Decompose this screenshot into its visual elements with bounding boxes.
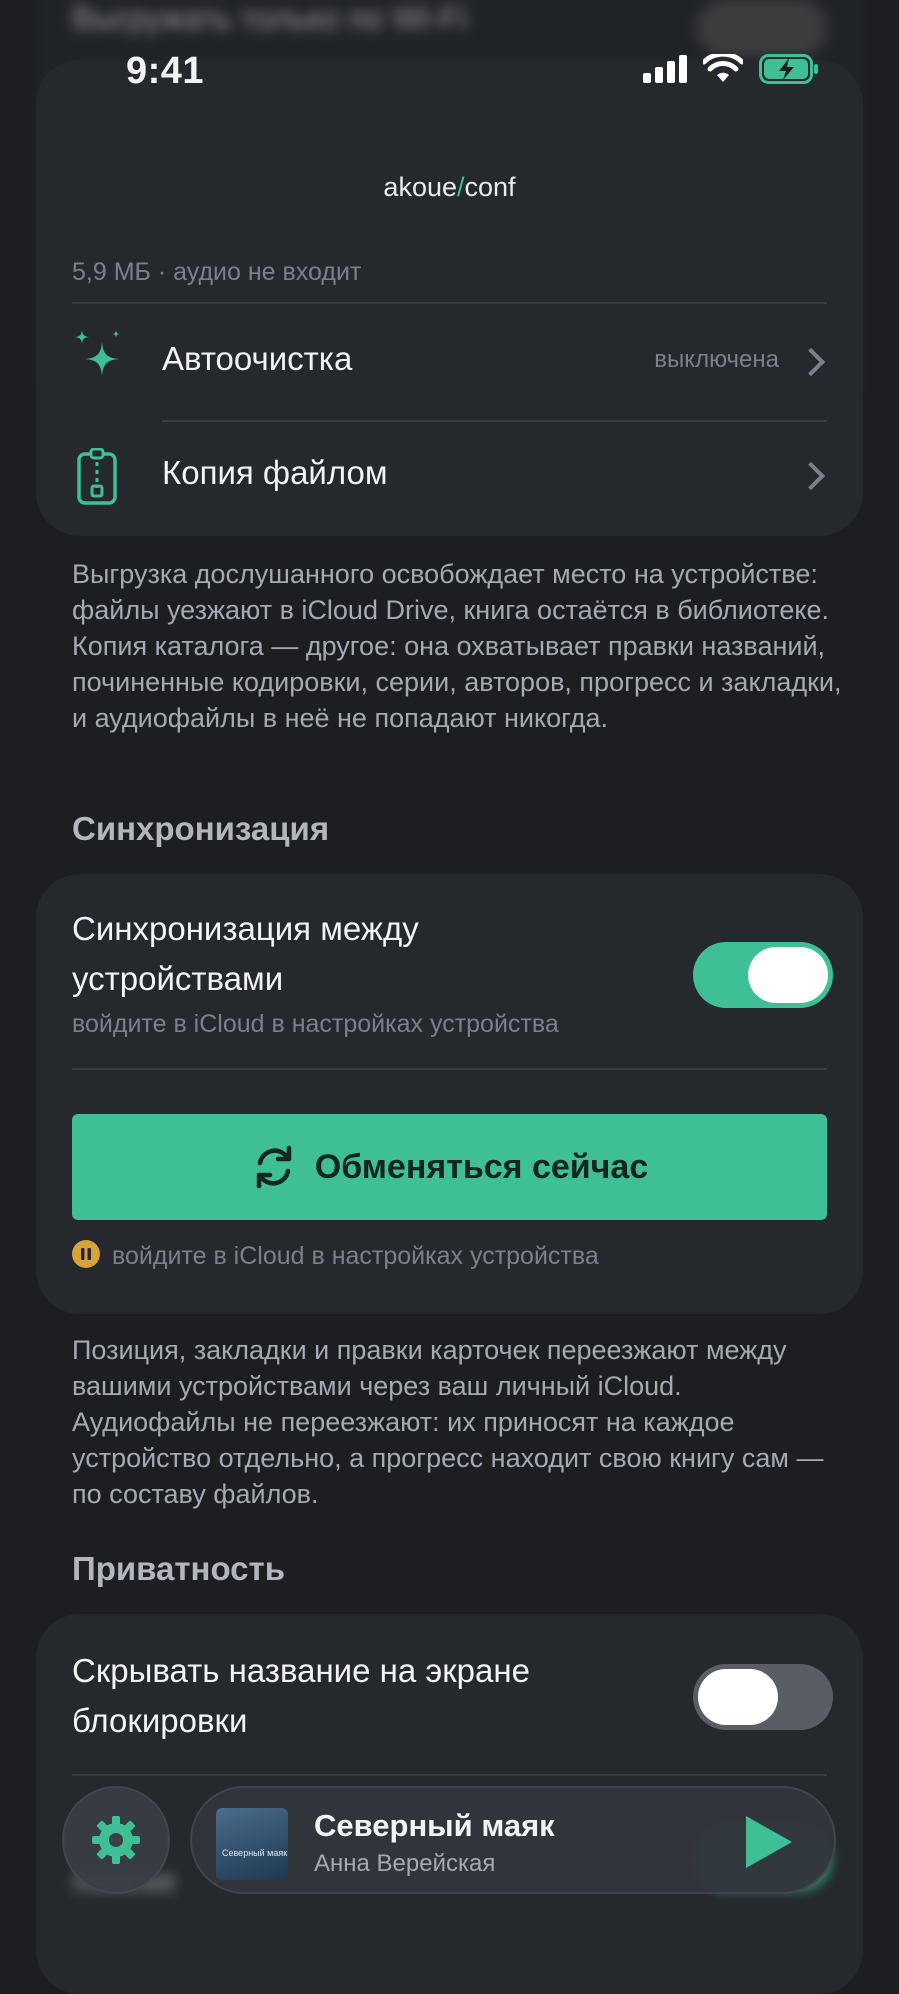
sync-footnote: Позиция, закладки и правки карточек пере…	[72, 1335, 824, 1509]
cover-text: Северный маяк	[222, 1848, 288, 1858]
brand-name: akoue	[383, 172, 457, 202]
hide-title-label-1: Скрывать название на экране	[72, 1652, 530, 1689]
sync-card: Синхронизация между устройствами войдите…	[36, 874, 863, 1314]
sync-toggle-label-2: устройствами	[72, 960, 284, 997]
section-title-sync: Синхронизация	[72, 810, 330, 847]
mini-player[interactable]: Северный маяк Северный маяк Анна Верейск…	[190, 1786, 836, 1894]
settings-button[interactable]	[62, 1786, 170, 1894]
brand-watermark: akoue/conf	[0, 172, 899, 203]
sync-toggle-hint: войдите в iCloud в настройках устройства	[72, 1010, 559, 1038]
toggle-knob	[698, 1669, 778, 1725]
sync-now-button[interactable]: Обменяться сейчас	[72, 1114, 827, 1220]
autoclean-value: выключена	[654, 346, 779, 373]
hide-title-toggle[interactable]	[693, 1664, 833, 1730]
hide-title-label-2: блокировки	[72, 1702, 248, 1739]
brand-slash: /	[457, 172, 465, 202]
brand-suffix: conf	[464, 172, 516, 202]
toggle-knob	[748, 947, 828, 1003]
divider	[72, 1068, 827, 1070]
book-cover: Северный маяк	[216, 1808, 288, 1880]
file-copy-label: Копия файлом	[162, 454, 388, 491]
chevron-right-icon	[796, 461, 826, 491]
battery-charging-icon	[759, 54, 818, 84]
sync-toggle-label-1: Синхронизация между	[72, 910, 419, 947]
sync-now-label: Обменяться сейчас	[314, 1147, 649, 1186]
file-copy-row[interactable]: Копия файлом	[36, 422, 863, 532]
autoclean-label: Автоочистка	[162, 340, 353, 377]
zip-file-icon	[77, 448, 117, 505]
autoclean-row[interactable]: Автоочистка выключена	[36, 304, 863, 420]
sync-toggle[interactable]	[693, 942, 833, 1008]
sync-status-text: войдите в iCloud в настройках устройства	[112, 1242, 599, 1270]
catalog-backup-size: 5,9 МБ · аудио не входит	[72, 258, 362, 286]
section-title-privacy: Приватность	[72, 1550, 285, 1587]
wifi-icon	[703, 54, 743, 82]
status-time: 9:41	[126, 50, 205, 92]
cellular-signal-icon	[643, 55, 687, 83]
player-title: Северный маяк	[314, 1808, 555, 1843]
play-icon[interactable]	[746, 1816, 792, 1868]
chevron-right-icon	[796, 347, 826, 377]
status-bar: 9:41	[0, 0, 899, 150]
divider	[72, 1774, 827, 1776]
gear-icon	[92, 1816, 140, 1864]
player-author: Анна Верейская	[314, 1850, 496, 1877]
sync-arrows-icon	[256, 1145, 292, 1189]
sparkles-icon	[75, 330, 120, 376]
storage-footnote: Выгрузка дослушанного освобождает место …	[72, 559, 842, 733]
pause-status-icon	[72, 1240, 100, 1268]
